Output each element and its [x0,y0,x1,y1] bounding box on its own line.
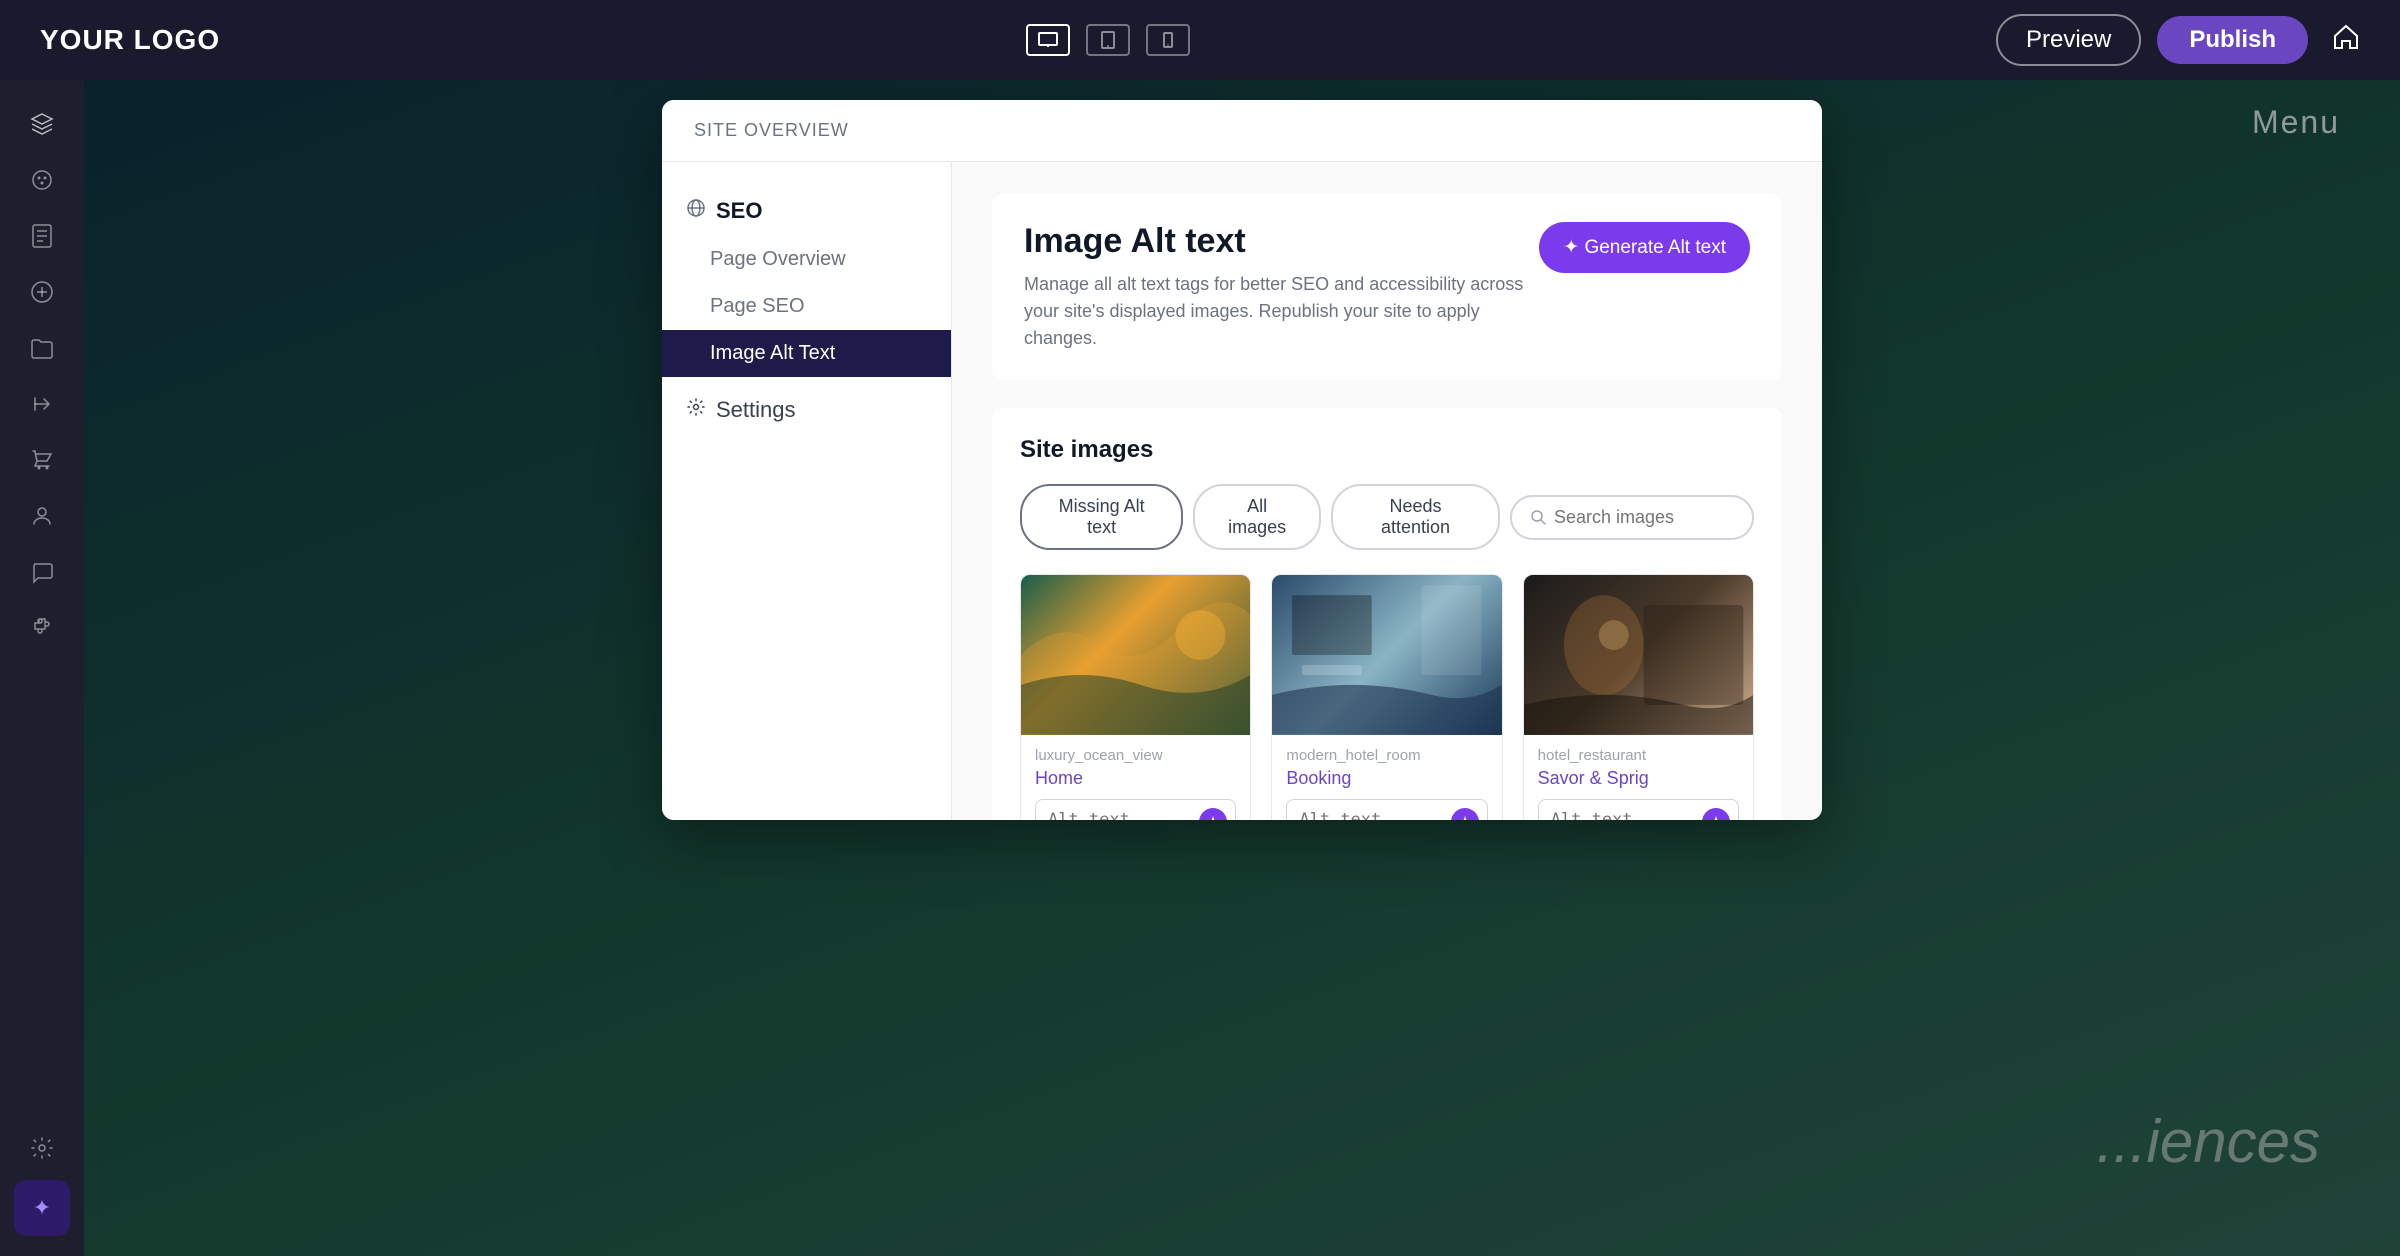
top-bar: YOUR LOGO Preview Publish [0,0,2400,80]
home-icon[interactable] [2332,24,2360,57]
sidebar-icon-add[interactable] [18,268,66,316]
nav-image-alt-text[interactable]: Image Alt Text [662,330,951,377]
alt-text-input-0[interactable] [1048,810,1191,820]
image-card-body-0: luxury_ocean_view Home [1021,735,1250,820]
image-thumbnail-0 [1021,575,1250,735]
seo-modal: SITE OVERVIEW SEO Page Overvi [662,100,1822,820]
sidebar-icon-page[interactable] [18,212,66,260]
nav-page-seo[interactable]: Page SEO [662,283,951,330]
image-card-body-1: modern_hotel_room Booking [1272,735,1501,820]
preview-button[interactable]: Preview [1996,14,2141,66]
nav-seo-label: SEO [716,198,762,224]
alt-text-wrapper-1 [1286,799,1487,820]
site-images-title: Site images [1020,436,1754,464]
nav-seo-section[interactable]: SEO [662,186,951,236]
filter-all-images[interactable]: All images [1193,484,1321,550]
top-bar-right: Preview Publish [1996,14,2360,66]
image-filename-0: luxury_ocean_view [1035,747,1236,764]
sidebar-bottom: ✦ [14,1124,70,1236]
sidebar-icon-folder[interactable] [18,324,66,372]
image-page-link-1[interactable]: Booking [1286,768,1487,789]
settings-icon [686,397,706,423]
modal-body: SEO Page Overview Page SEO Image Alt Tex… [662,162,1822,820]
publish-button[interactable]: Publish [2157,16,2308,64]
alt-text-input-1[interactable] [1299,810,1442,820]
image-filename-2: hotel_restaurant [1538,747,1739,764]
image-card-2: hotel_restaurant Savor & Sprig [1523,574,1754,820]
image-card-1: modern_hotel_room Booking [1271,574,1502,820]
content-header-text: Image Alt text Manage all alt text tags … [1024,222,1539,352]
search-icon [1530,509,1546,525]
modal-header: SITE OVERVIEW [662,100,1822,162]
page-title: Image Alt text [1024,222,1539,261]
viewport-switcher [1026,24,1190,56]
site-overview-label: SITE OVERVIEW [694,120,849,140]
modal-overlay: SITE OVERVIEW SEO Page Overvi [84,80,2400,1256]
ai-generate-btn-2[interactable] [1702,808,1730,820]
globe-icon [686,198,706,224]
nav-settings-label: Settings [716,397,796,423]
filter-missing-alt-text[interactable]: Missing Alt text [1020,484,1183,550]
nav-page-overview[interactable]: Page Overview [662,236,951,283]
tablet-viewport-icon[interactable] [1086,24,1130,56]
nav-settings[interactable]: Settings [662,385,951,435]
sidebar-icon-layers[interactable] [18,100,66,148]
image-thumbnail-1 [1272,575,1501,735]
mobile-viewport-icon[interactable] [1146,24,1190,56]
content-panel: Image Alt text Manage all alt text tags … [952,162,1822,820]
sidebar-icon-palette[interactable] [18,156,66,204]
image-filename-1: modern_hotel_room [1286,747,1487,764]
image-page-link-2[interactable]: Savor & Sprig [1538,768,1739,789]
sidebar-icon-settings[interactable] [18,1124,66,1172]
content-header: Image Alt text Manage all alt text tags … [992,194,1782,380]
image-page-link-0[interactable]: Home [1035,768,1236,789]
sidebar-icon-redirect[interactable] [18,380,66,428]
filter-needs-attention[interactable]: Needs attention [1331,484,1500,550]
search-box[interactable] [1510,495,1754,540]
image-thumbnail-2 [1524,575,1753,735]
sidebar-icon-cart[interactable] [18,436,66,484]
site-images-section: Site images Missing Alt text All images … [992,408,1782,820]
alt-text-wrapper-2 [1538,799,1739,820]
left-sidebar: ✦ [0,80,84,1256]
ai-generate-btn-1[interactable] [1451,808,1479,820]
alt-text-input-2[interactable] [1551,810,1694,820]
search-input[interactable] [1554,507,1734,528]
sidebar-icon-puzzle[interactable] [18,604,66,652]
image-card-0: luxury_ocean_view Home [1020,574,1251,820]
logo: YOUR LOGO [40,24,220,56]
page-description: Manage all alt text tags for better SEO … [1024,271,1539,352]
desktop-viewport-icon[interactable] [1026,24,1070,56]
sidebar-icon-chat[interactable] [18,548,66,596]
image-grid: luxury_ocean_view Home [1020,574,1754,820]
nav-panel: SEO Page Overview Page SEO Image Alt Tex… [662,162,952,820]
sidebar-sparkle-button[interactable]: ✦ [14,1180,70,1236]
filter-bar: Missing Alt text All images Needs attent… [1020,484,1754,550]
ai-generate-btn-0[interactable] [1199,808,1227,820]
sidebar-icon-user[interactable] [18,492,66,540]
image-card-body-2: hotel_restaurant Savor & Sprig [1524,735,1753,820]
generate-alt-text-button[interactable]: ✦ Generate Alt text [1539,222,1750,273]
alt-text-wrapper-0 [1035,799,1236,820]
